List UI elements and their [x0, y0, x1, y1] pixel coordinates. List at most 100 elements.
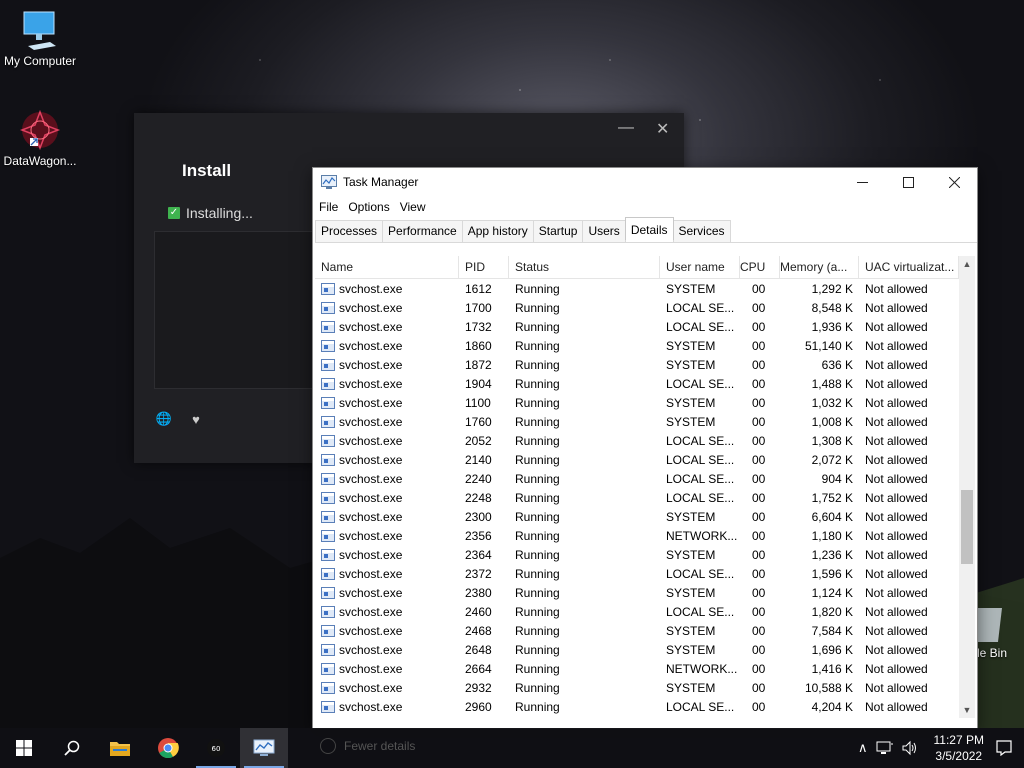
installer-close-button[interactable]: ✕	[656, 119, 669, 139]
cell-memory: 1,032 K	[811, 395, 853, 410]
tab-services[interactable]: Services	[672, 220, 731, 242]
fewer-details-toggle[interactable]: Fewer details	[320, 738, 415, 754]
volume-icon[interactable]	[902, 740, 920, 756]
taskbar-installer[interactable]: 60	[192, 728, 240, 768]
heart-icon[interactable]: ♥	[186, 409, 206, 429]
tab-app-history[interactable]: App history	[461, 220, 534, 242]
menu-options[interactable]: Options	[348, 200, 389, 214]
table-row[interactable]: svchost.exe 2468 Running SYSTEM 00 7,584 K Not…	[315, 621, 959, 640]
chevron-up-icon[interactable]: ∧	[858, 740, 868, 756]
table-row[interactable]: svchost.exe 1760 Running SYSTEM 00 1,008 K Not…	[315, 412, 959, 431]
process-name: svchost.exe	[339, 642, 403, 657]
task-manager-window[interactable]: Task Manager File Options View Processes…	[312, 167, 978, 729]
table-row[interactable]: svchost.exe 1700 Running LOCAL SE... 00 8,548…	[315, 298, 959, 317]
table-row[interactable]: svchost.exe 2240 Running LOCAL SE... 00 904 K…	[315, 469, 959, 488]
tab-performance[interactable]: Performance	[382, 220, 463, 242]
exe-icon	[321, 434, 335, 447]
desktop-icon-label: le Bin	[976, 646, 1008, 660]
cell-user: SYSTEM	[666, 509, 716, 524]
process-name: svchost.exe	[339, 281, 403, 296]
cell-memory: 636 K	[821, 357, 853, 372]
task-manager-titlebar[interactable]: Task Manager	[313, 168, 977, 196]
table-row[interactable]: svchost.exe 2960 Running LOCAL SE... 00 4,204…	[315, 697, 959, 716]
cell-name: svchost.exe	[315, 548, 459, 562]
scroll-up-icon[interactable]: ▲	[959, 256, 975, 272]
installer-status-text: Installing...	[186, 205, 253, 221]
cell-user: LOCAL SE...	[666, 433, 735, 448]
table-row[interactable]: svchost.exe 1612 Running SYSTEM 00 1,292 K Not…	[315, 279, 959, 298]
globe-icon[interactable]: 🌐	[154, 409, 174, 429]
network-icon[interactable]	[876, 740, 894, 756]
tab-processes[interactable]: Processes	[315, 220, 384, 242]
table-row[interactable]: svchost.exe 2372 Running LOCAL SE... 00 1,596…	[315, 564, 959, 583]
minimize-button[interactable]	[839, 168, 885, 196]
tab-details[interactable]: Details	[624, 217, 674, 240]
menu-file[interactable]: File	[319, 200, 338, 214]
maximize-button[interactable]	[885, 168, 931, 196]
table-row[interactable]: svchost.exe 2140 Running LOCAL SE... 00 2,072…	[315, 450, 959, 469]
table-row[interactable]: svchost.exe 1100 Running SYSTEM 00 1,032 K Not…	[315, 393, 959, 412]
installer-minimize-button[interactable]: —	[618, 119, 634, 137]
scroll-down-icon[interactable]: ▼	[959, 702, 975, 718]
column-header-memory[interactable]: Memory (a...	[780, 256, 859, 278]
cell-uac: Not allowed	[865, 338, 928, 353]
table-row[interactable]: svchost.exe 1904 Running LOCAL SE... 00 1,488…	[315, 374, 959, 393]
scrollbar-thumb[interactable]	[961, 490, 973, 564]
cell-cpu: 00	[752, 566, 766, 581]
table-row[interactable]: svchost.exe 2460 Running LOCAL SE... 00 1,820…	[315, 602, 959, 621]
table-row[interactable]: svchost.exe 2364 Running SYSTEM 00 1,236 K Not…	[315, 545, 959, 564]
close-button[interactable]	[931, 168, 977, 196]
minimize-icon	[856, 181, 868, 183]
column-header-pid[interactable]: PID	[459, 256, 509, 278]
exe-icon	[321, 567, 335, 580]
cell-pid: 2372	[465, 566, 492, 581]
taskbar-task-manager[interactable]	[240, 728, 288, 768]
cell-status: Running	[515, 376, 560, 391]
cell-name: svchost.exe	[315, 377, 459, 391]
column-header-name[interactable]: Name	[315, 256, 459, 278]
table-row[interactable]: svchost.exe 2300 Running SYSTEM 00 6,604 K Not…	[315, 507, 959, 526]
cell-cpu: 00	[752, 699, 766, 714]
cell-user: LOCAL SE...	[666, 604, 735, 619]
datawagon-icon	[19, 109, 61, 151]
cell-uac: Not allowed	[865, 433, 928, 448]
column-header-cpu[interactable]: CPU	[740, 256, 780, 278]
cell-uac: Not allowed	[865, 452, 928, 467]
table-row[interactable]: svchost.exe 1732 Running LOCAL SE... 00 1,936…	[315, 317, 959, 336]
column-header-user[interactable]: User name	[660, 256, 740, 278]
table-row[interactable]: svchost.exe 2648 Running SYSTEM 00 1,696 K Not…	[315, 640, 959, 659]
installer-app-icon: 60	[207, 739, 225, 757]
menu-view[interactable]: View	[400, 200, 426, 214]
clock[interactable]: 11:27 PM 3/5/2022	[934, 732, 984, 764]
table-row[interactable]: svchost.exe 2932 Running SYSTEM 00 10,588 K No…	[315, 678, 959, 697]
cell-status: Running	[515, 547, 560, 562]
process-name: svchost.exe	[339, 604, 403, 619]
cell-name: svchost.exe	[315, 491, 459, 505]
search-button[interactable]	[48, 728, 96, 768]
sort-up-icon: ^	[381, 256, 385, 258]
cell-user: LOCAL SE...	[666, 566, 735, 581]
table-row[interactable]: svchost.exe 1872 Running SYSTEM 00 636 K Not a…	[315, 355, 959, 374]
desktop-icon-label: DataWagon...	[3, 154, 77, 168]
column-header-uac[interactable]: UAC virtualizat...	[859, 256, 959, 278]
table-row[interactable]: svchost.exe 2380 Running SYSTEM 00 1,124 K Not…	[315, 583, 959, 602]
action-center-button[interactable]	[984, 728, 1024, 768]
tab-users[interactable]: Users	[582, 220, 626, 242]
column-header-status[interactable]: Status	[509, 256, 660, 278]
taskbar-file-explorer[interactable]	[96, 728, 144, 768]
process-name: svchost.exe	[339, 623, 403, 638]
table-row[interactable]: svchost.exe 2248 Running LOCAL SE... 00 1,752…	[315, 488, 959, 507]
tab-startup[interactable]: Startup	[532, 220, 584, 242]
cell-status: Running	[515, 699, 560, 714]
table-row[interactable]: svchost.exe 1860 Running SYSTEM 00 51,140 K No…	[315, 336, 959, 355]
start-button[interactable]	[0, 728, 48, 768]
cell-memory: 1,308 K	[811, 433, 853, 448]
table-row[interactable]: svchost.exe 2664 Running NETWORK... 00 1,416 …	[315, 659, 959, 678]
vertical-scrollbar[interactable]: ▲ ▼	[959, 256, 975, 718]
fewer-details-label: Fewer details	[344, 739, 416, 753]
taskbar-chrome[interactable]	[144, 728, 192, 768]
table-row[interactable]: svchost.exe 2052 Running LOCAL SE... 00 1,308…	[315, 431, 959, 450]
table-row[interactable]: svchost.exe 2356 Running NETWORK... 00 1,180 …	[315, 526, 959, 545]
desktop-icon-my-computer[interactable]: My Computer	[0, 10, 80, 68]
desktop-icon-datawagon[interactable]: DataWagon...	[0, 108, 80, 168]
